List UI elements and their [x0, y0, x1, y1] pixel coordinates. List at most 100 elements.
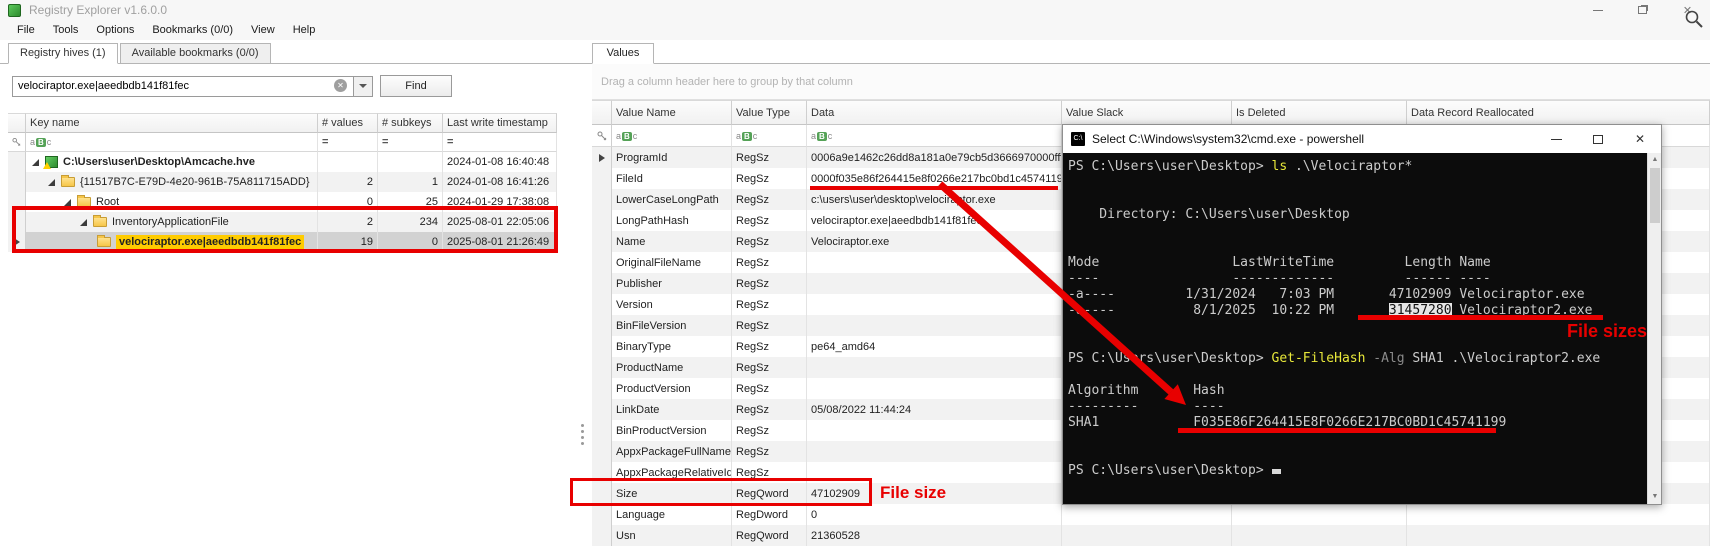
expander-icon[interactable] — [48, 179, 55, 186]
value-name-cell: OriginalFileName — [612, 252, 732, 273]
tree-key-name: InventoryApplicationFile — [112, 216, 229, 228]
value-data-cell — [807, 378, 1062, 399]
tree-timestamp-cell: 2024-01-29 17:38:08 — [443, 192, 557, 212]
value-row-gutter — [592, 483, 612, 504]
scroll-down-icon[interactable]: ▼ — [1648, 490, 1662, 504]
tree-row-root[interactable]: Root0252024-01-29 17:38:08 — [8, 192, 557, 212]
value-row-usn[interactable]: UsnRegQword21360528 — [592, 525, 1710, 546]
values-column-header-value-slack[interactable]: Value Slack — [1062, 100, 1232, 125]
console-text: ---- ------------- ------ ---- — [1068, 271, 1491, 286]
terminal-window[interactable]: C:\ Select C:\Windows\system32\cmd.exe -… — [1062, 124, 1662, 505]
menu-item-help[interactable]: Help — [284, 22, 325, 38]
value-row-language[interactable]: LanguageRegDword0 — [592, 504, 1710, 525]
group-by-panel[interactable]: Drag a column header here to group by th… — [592, 64, 1710, 100]
scroll-up-icon[interactable]: ▲ — [1648, 153, 1662, 167]
value-row-gutter — [592, 273, 612, 294]
value-row-gutter — [592, 462, 612, 483]
values-filter-cell-0[interactable] — [592, 125, 612, 147]
tree-row-11517b7c-e79d-4e20-961b-75a811[interactable]: {11517B7C-E79D-4e20-961B-75A811715ADD}21… — [8, 172, 557, 192]
search-dropdown-button[interactable] — [354, 76, 373, 97]
values-column-header-value-type[interactable]: Value Type — [732, 100, 807, 125]
values-filter-cell-2[interactable]: aBc — [732, 125, 807, 147]
abc-filter-icon: aBc — [736, 131, 757, 141]
value-name-cell: LongPathHash — [612, 210, 732, 231]
values-filter-cell-3[interactable]: aBc — [807, 125, 1062, 147]
values-header-row: Value NameValue TypeDataValue SlackIs De… — [592, 100, 1710, 125]
tree-row-inventoryapplicationfile[interactable]: InventoryApplicationFile22342025-08-01 2… — [8, 212, 557, 232]
console-command-text: ls — [1272, 159, 1288, 174]
terminal-title-bar[interactable]: C:\ Select C:\Windows\system32\cmd.exe -… — [1063, 125, 1661, 153]
tree-filter-cell-1[interactable]: aBc — [26, 133, 318, 152]
window-title: Registry Explorer v1.6.0.0 — [29, 3, 167, 17]
menu-item-options[interactable]: Options — [87, 22, 143, 38]
values-column-header-is-deleted[interactable]: Is Deleted — [1232, 100, 1407, 125]
expander-icon[interactable] — [32, 159, 39, 166]
console-text: Velociraptor2.exe — [1452, 303, 1593, 318]
clear-search-icon[interactable]: ✕ — [334, 79, 347, 92]
value-type-cell: RegSz — [732, 210, 807, 231]
abc-filter-icon: aBc — [811, 131, 832, 141]
terminal-close-button[interactable]: ✕ — [1619, 125, 1661, 153]
folder-icon — [97, 237, 111, 247]
panel-splitter[interactable] — [581, 424, 584, 448]
values-column-header-data[interactable]: Data — [807, 100, 1062, 125]
minimize-icon — [1593, 10, 1603, 11]
value-name-cell: ProductName — [612, 357, 732, 378]
tab-registry-hives-1[interactable]: Registry hives (1) — [8, 43, 118, 64]
tree-values-cell: 19 — [318, 232, 378, 252]
tree-row-velociraptor-exe-aeedbdb141f81[interactable]: velociraptor.exe|aeedbdb141f81fec1902025… — [8, 232, 557, 252]
tree-filter-cell-4[interactable]: = — [443, 133, 557, 152]
tree-column-header-last-write-timestamp[interactable]: Last write timestamp — [443, 113, 557, 133]
values-filter-cell-1[interactable]: aBc — [612, 125, 732, 147]
grid-search-icon[interactable] — [1684, 9, 1704, 29]
tree-key-name: C:\Users\user\Desktop\Amcache.hve — [63, 156, 255, 168]
console-parameter-text: -Alg — [1373, 351, 1404, 366]
values-column-header-value-name[interactable]: Value Name — [612, 100, 732, 125]
scroll-thumb[interactable] — [1650, 168, 1660, 223]
tree-subkeys-cell: 25 — [378, 192, 443, 212]
value-row-gutter — [592, 441, 612, 462]
value-name-cell: Name — [612, 231, 732, 252]
value-type-cell: RegSz — [732, 231, 807, 252]
console-cursor — [1272, 469, 1281, 474]
tree-subkeys-cell: 0 — [378, 232, 443, 252]
console-text: SHA1 F035E86F264415E8F0266E217BC0BD1C457… — [1068, 415, 1506, 430]
value-type-cell: RegDword — [732, 504, 807, 525]
terminal-maximize-button[interactable] — [1577, 125, 1619, 153]
tab-available-bookmarks-0-0[interactable]: Available bookmarks (0/0) — [120, 43, 271, 64]
menu-item-file[interactable]: File — [8, 22, 44, 38]
window-minimize-button[interactable] — [1575, 0, 1620, 20]
tree-filter-cell-0[interactable] — [8, 133, 26, 152]
left-tab-strip: Registry hives (1)Available bookmarks (0… — [8, 43, 273, 64]
terminal-scrollbar[interactable]: ▲ ▼ — [1647, 153, 1661, 504]
value-row-gutter — [592, 378, 612, 399]
folder-icon — [61, 177, 75, 187]
tree-column-header-key-name[interactable]: Key name — [26, 113, 318, 133]
tree-values-cell: 2 — [318, 172, 378, 192]
tree-filter-cell-2[interactable]: = — [318, 133, 378, 152]
find-button[interactable]: Find — [380, 75, 452, 97]
console-text: .\Velociraptor* — [1287, 159, 1412, 174]
menu-item-bookmarks[interactable]: Bookmarks (0/0) — [143, 22, 242, 38]
tree-column-header-subkeys[interactable]: # subkeys — [378, 113, 443, 133]
value-data-cell: 0006a9e1462c26dd8a181a0e79cb5d3666970000… — [807, 147, 1062, 168]
console-output[interactable]: PS C:\Users\user\Desktop> ls .\Velocirap… — [1063, 153, 1647, 504]
value-row-gutter — [592, 168, 612, 189]
expander-icon[interactable] — [80, 219, 87, 226]
tab-values[interactable]: Values — [592, 43, 654, 64]
values-column-header-data-record-reallocated[interactable]: Data Record Reallocated — [1407, 100, 1710, 125]
tree-filter-cell-3[interactable]: = — [378, 133, 443, 152]
console-command-text: Get-FileHash — [1272, 351, 1366, 366]
equals-filter-icon: = — [382, 136, 388, 148]
menu-item-view[interactable]: View — [242, 22, 284, 38]
expander-icon[interactable] — [64, 199, 71, 206]
tree-row-c-users-user-desktop-amcache-h[interactable]: C:\Users\user\Desktop\Amcache.hve2024-01… — [8, 152, 557, 172]
search-input[interactable] — [12, 76, 354, 97]
value-type-cell: RegSz — [732, 441, 807, 462]
tree-column-header-values[interactable]: # values — [318, 113, 378, 133]
terminal-minimize-button[interactable] — [1535, 125, 1577, 153]
window-maximize-button[interactable] — [1620, 0, 1665, 20]
value-row-gutter — [592, 189, 612, 210]
console-line-11 — [1068, 335, 1647, 351]
menu-item-tools[interactable]: Tools — [44, 22, 88, 38]
